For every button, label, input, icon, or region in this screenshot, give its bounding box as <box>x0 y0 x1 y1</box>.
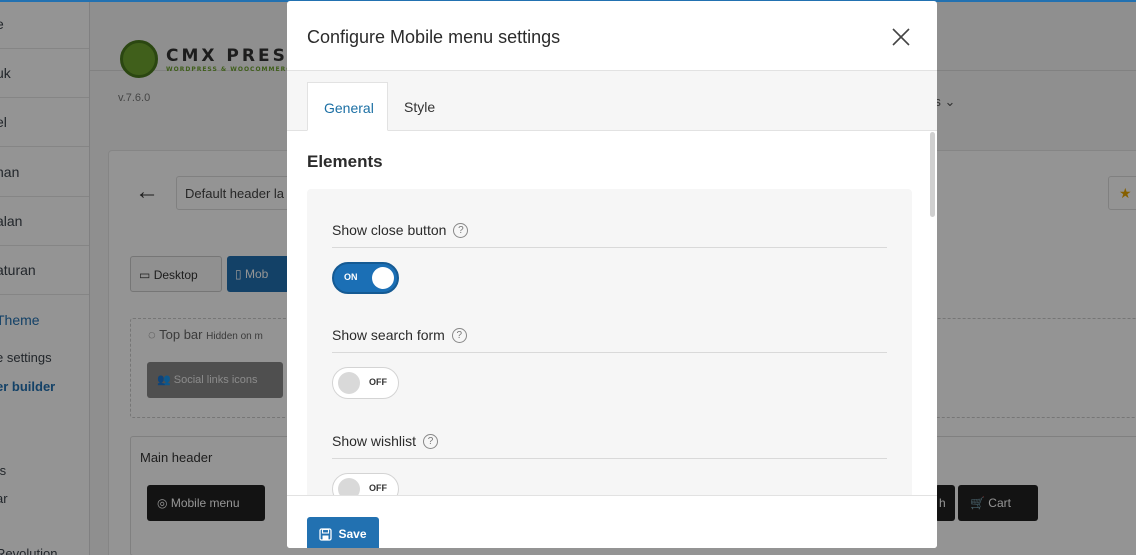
toggle-state-label: OFF <box>369 483 387 493</box>
help-icon[interactable]: ? <box>451 327 467 343</box>
modal-body: Elements Show close button ? ON Show sea… <box>287 132 937 495</box>
save-button[interactable]: Save <box>307 517 379 548</box>
modal-scrollbar[interactable] <box>930 132 935 217</box>
toggle-state-label: ON <box>344 272 358 282</box>
setting-label-row: Show wishlist ? <box>332 430 887 452</box>
elements-panel: Show close button ? ON Show search form … <box>307 189 912 495</box>
toggle-state-label: OFF <box>369 377 387 387</box>
toggle-show-close-button[interactable]: ON <box>332 262 399 294</box>
divider <box>332 352 887 353</box>
setting-show-search-form: Show search form ? OFF <box>332 324 887 399</box>
toggle-knob <box>338 478 360 495</box>
setting-label-row: Show close button ? <box>332 219 887 241</box>
setting-label: Show close button <box>332 222 447 238</box>
close-button[interactable] <box>887 23 915 51</box>
toggle-knob <box>338 372 360 394</box>
modal-title: Configure Mobile menu settings <box>307 27 561 47</box>
toggle-knob <box>372 267 394 289</box>
section-title: Elements <box>307 152 383 171</box>
toggle-show-search-form[interactable]: OFF <box>332 367 399 399</box>
setting-label: Show wishlist <box>332 433 417 449</box>
modal-footer: Save <box>287 495 937 548</box>
divider <box>332 247 887 248</box>
setting-show-close-button: Show close button ? ON <box>332 219 887 294</box>
mobile-menu-settings-modal: Configure Mobile menu settings General S… <box>287 1 937 548</box>
setting-show-wishlist: Show wishlist ? OFF <box>332 430 887 495</box>
setting-label-row: Show search form ? <box>332 324 887 346</box>
tab-general[interactable]: General <box>307 82 388 131</box>
help-icon[interactable]: ? <box>453 222 469 238</box>
help-icon[interactable]: ? <box>423 433 439 449</box>
toggle-show-wishlist[interactable]: OFF <box>332 473 399 495</box>
floppy-disk-icon <box>319 527 333 541</box>
setting-label: Show search form <box>332 327 445 343</box>
tab-style[interactable]: Style <box>388 82 451 131</box>
modal-header: Configure Mobile menu settings <box>287 1 937 71</box>
divider <box>332 458 887 459</box>
tab-bar: General Style <box>287 71 937 131</box>
save-label: Save <box>338 527 367 541</box>
close-icon <box>892 28 910 46</box>
